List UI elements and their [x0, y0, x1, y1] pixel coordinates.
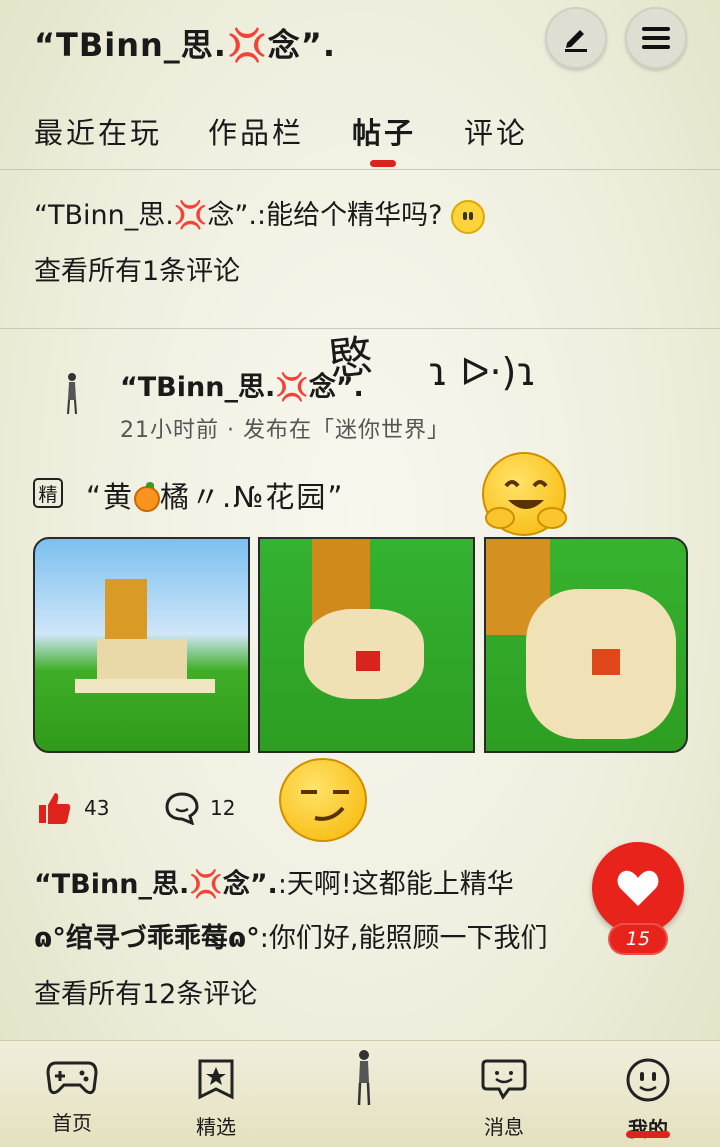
post-title[interactable]: “黄 橘〃.№花园” [86, 474, 344, 516]
favorite-count-badge: 15 [608, 923, 668, 955]
nav-me[interactable]: 我的 [598, 1057, 698, 1142]
decorative-kaomoji: ɿ ᐅ·)ɿ [428, 350, 537, 394]
pencil-icon [565, 30, 587, 52]
figure-icon [357, 1050, 371, 1106]
comment-preview-text: :你们好,能照顾一下我们 [259, 923, 548, 954]
post-author[interactable]: “TBinn_思.💢念”. [120, 365, 364, 404]
post-image-3[interactable] [484, 537, 688, 753]
comment-text: :能给个精华吗? [257, 200, 443, 231]
nav-create[interactable] [314, 1049, 414, 1107]
nav-featured[interactable]: 精选 [166, 1057, 266, 1140]
gamepad-icon [46, 1061, 98, 1095]
post-image-2[interactable] [258, 537, 475, 753]
comment-preview-text: :天啊!这都能上精华 [277, 869, 514, 900]
avatar[interactable] [64, 372, 80, 416]
active-nav-indicator [626, 1131, 670, 1138]
comment-button[interactable]: 12 [164, 791, 235, 825]
chat-bubble-icon [481, 1059, 527, 1100]
like-button[interactable]: 43 [38, 791, 109, 825]
comment-count: 12 [210, 796, 236, 820]
nav-messages[interactable]: 消息 [454, 1057, 554, 1140]
tab-comments[interactable]: 评论 [464, 110, 528, 152]
tab-posts[interactable]: 帖子 [352, 110, 416, 152]
thumbs-up-icon [39, 793, 71, 824]
post-meta: 21小时前 · 发布在「迷你世界」 [120, 418, 450, 443]
nav-home-label: 首页 [52, 1111, 92, 1135]
post-title-end: 橘〃.№花园” [160, 480, 345, 514]
tab-works[interactable]: 作品栏 [208, 110, 304, 152]
profile-title: “TBinn_思.💢念”. [34, 26, 336, 64]
tangerine-icon [134, 482, 161, 512]
smiley-icon [626, 1058, 670, 1102]
favorite-fab-button[interactable] [592, 842, 684, 934]
comment-preview-row[interactable]: “TBinn_思.💢念”.:天啊!这都能上精华 [34, 862, 514, 901]
active-tab-indicator [370, 160, 396, 167]
nav-home[interactable]: 首页 [22, 1057, 122, 1136]
comment-author[interactable]: “TBinn_思.💢念”. [34, 200, 257, 231]
hugging-face-icon [482, 452, 567, 536]
post-image-1[interactable] [33, 537, 250, 753]
edit-button[interactable] [545, 7, 607, 69]
smirking-face-icon [279, 758, 367, 842]
view-all-comments-link[interactable]: 查看所有1条评论 [34, 249, 240, 288]
comment-bubble-icon [165, 792, 199, 825]
view-all-comments-link[interactable]: 查看所有12条评论 [34, 972, 257, 1011]
tab-recently-played[interactable]: 最近在玩 [34, 110, 162, 152]
comment-preview-author[interactable]: “TBinn_思.💢念”. [34, 869, 278, 900]
essence-badge: 精 [33, 478, 63, 508]
comment-preview-row[interactable]: ɷ°绾寻づ乖乖莓ɷ°:你们好,能照顾一下我们 [34, 916, 604, 955]
bottom-navigation: 首页 精选 消息 我的 [0, 1040, 720, 1147]
star-bookmark-icon [198, 1059, 234, 1100]
comment-row[interactable]: “TBinn_思.💢念”.:能给个精华吗? [34, 193, 486, 234]
post-title-start: “黄 [86, 480, 135, 514]
tab-bar: 最近在玩 作品栏 帖子 评论 [0, 100, 720, 170]
like-count: 43 [84, 796, 110, 820]
decorative-sticker-text: 愍 [325, 330, 376, 387]
nav-featured-label: 精选 [196, 1115, 236, 1139]
nav-messages-label: 消息 [484, 1115, 524, 1139]
hamburger-icon [642, 27, 670, 49]
menu-button[interactable] [625, 7, 687, 69]
comment-preview-author[interactable]: ɷ°绾寻づ乖乖莓ɷ° [34, 923, 260, 954]
heart-icon [617, 870, 659, 906]
neutral-face-icon [451, 199, 486, 234]
